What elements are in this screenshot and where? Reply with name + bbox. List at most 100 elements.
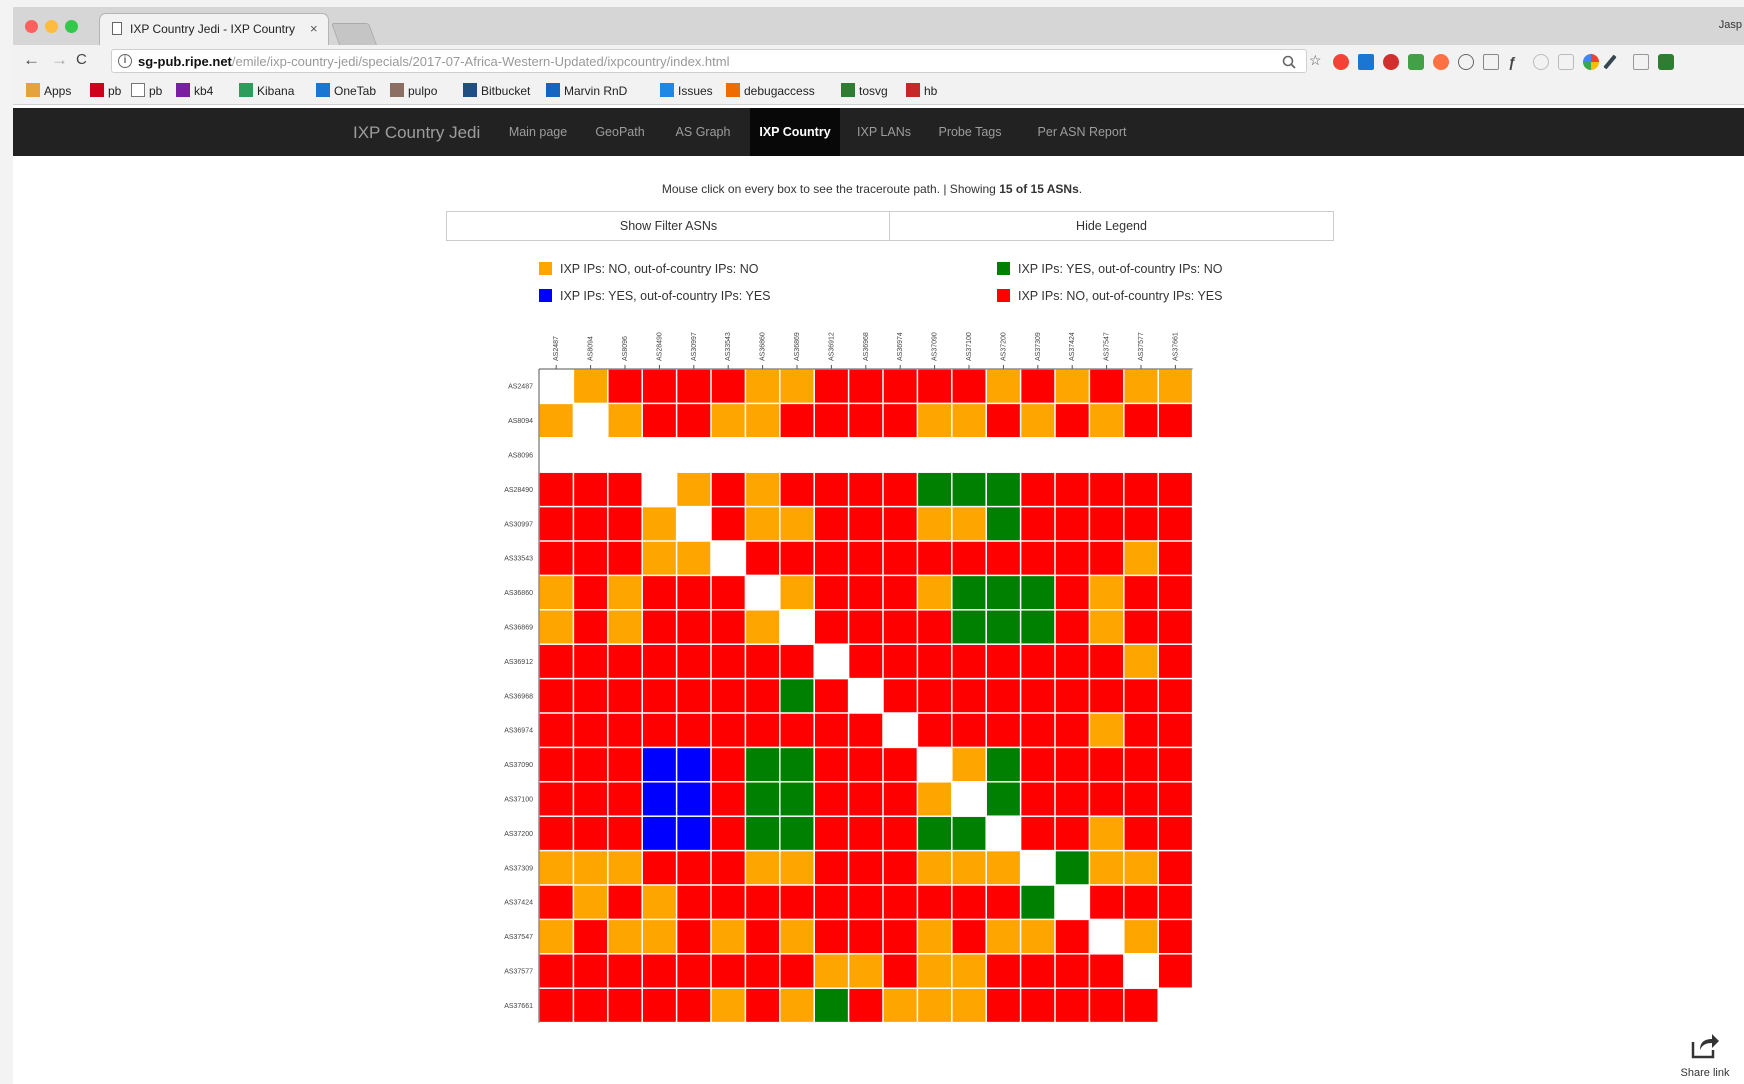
extension-box-icon[interactable] <box>1558 54 1574 70</box>
matrix-cell[interactable] <box>711 748 745 782</box>
matrix-cell[interactable] <box>1124 404 1158 438</box>
extension-vimium-icon[interactable] <box>1358 54 1374 70</box>
matrix-cell[interactable] <box>746 782 780 816</box>
matrix-cell[interactable] <box>608 713 642 747</box>
back-button[interactable]: ← <box>23 50 40 70</box>
matrix-cell[interactable] <box>1055 679 1089 713</box>
matrix-cell[interactable] <box>746 472 780 506</box>
matrix-cell[interactable] <box>918 851 952 885</box>
matrix-cell[interactable] <box>952 920 986 954</box>
matrix-cell[interactable] <box>814 851 848 885</box>
matrix-cell[interactable] <box>918 782 952 816</box>
matrix-cell[interactable] <box>986 507 1020 541</box>
matrix-cell[interactable] <box>1021 610 1055 644</box>
matrix-cell[interactable] <box>746 404 780 438</box>
matrix-cell[interactable] <box>780 988 814 1022</box>
matrix-cell[interactable] <box>883 920 917 954</box>
matrix-cell[interactable] <box>814 988 848 1022</box>
matrix-cell[interactable] <box>539 472 573 506</box>
matrix-cell[interactable] <box>539 816 573 850</box>
matrix-cell[interactable] <box>814 541 848 575</box>
address-bar[interactable]: i sg-pub.ripe.net/emile/ixp-country-jedi… <box>111 49 1322 73</box>
matrix-cell[interactable] <box>918 644 952 678</box>
matrix-cell[interactable] <box>539 748 573 782</box>
matrix-cell[interactable] <box>711 988 745 1022</box>
matrix-cell[interactable] <box>574 507 608 541</box>
matrix-cell[interactable] <box>1158 748 1192 782</box>
matrix-cell[interactable] <box>780 748 814 782</box>
matrix-cell[interactable] <box>1158 954 1192 988</box>
matrix-cell[interactable] <box>814 369 848 403</box>
matrix-cell[interactable] <box>883 610 917 644</box>
matrix-cell[interactable] <box>1021 541 1055 575</box>
tab-close-icon[interactable]: × <box>310 21 318 36</box>
matrix-cell[interactable] <box>1090 507 1124 541</box>
matrix-cell[interactable] <box>986 713 1020 747</box>
matrix-cell[interactable] <box>574 472 608 506</box>
matrix-cell[interactable] <box>677 748 711 782</box>
matrix-cell[interactable] <box>574 679 608 713</box>
matrix-cell[interactable] <box>746 954 780 988</box>
matrix-cell[interactable] <box>1124 816 1158 850</box>
browser-tab[interactable]: IXP Country Jedi - IXP Country × <box>99 13 329 45</box>
matrix-cell[interactable] <box>1124 610 1158 644</box>
nav-link-main-page[interactable]: Main page <box>498 108 578 156</box>
matrix-cell[interactable] <box>918 885 952 919</box>
matrix-cell[interactable] <box>1158 885 1192 919</box>
extension-grid-icon[interactable] <box>1633 54 1649 70</box>
matrix-cell[interactable] <box>849 920 883 954</box>
matrix-cell[interactable] <box>642 782 676 816</box>
matrix-cell[interactable] <box>711 507 745 541</box>
matrix-cell[interactable] <box>883 644 917 678</box>
matrix-cell[interactable] <box>814 816 848 850</box>
matrix-cell[interactable] <box>746 679 780 713</box>
matrix-cell[interactable] <box>746 713 780 747</box>
matrix-cell[interactable] <box>918 920 952 954</box>
matrix-cell[interactable] <box>918 610 952 644</box>
matrix-cell[interactable] <box>952 954 986 988</box>
minimize-window-button[interactable] <box>45 20 58 33</box>
matrix-cell[interactable] <box>814 954 848 988</box>
matrix-cell[interactable] <box>814 679 848 713</box>
matrix-cell[interactable] <box>780 679 814 713</box>
extension-info-icon[interactable] <box>1458 54 1474 70</box>
nav-link-as-graph[interactable]: AS Graph <box>663 108 743 156</box>
extension-tab-icon[interactable] <box>1408 54 1424 70</box>
zoom-window-button[interactable] <box>65 20 78 33</box>
matrix-cell[interactable] <box>711 369 745 403</box>
matrix-cell[interactable] <box>539 920 573 954</box>
matrix-cell[interactable] <box>1090 576 1124 610</box>
matrix-cell[interactable] <box>1124 576 1158 610</box>
matrix-cell[interactable] <box>539 507 573 541</box>
matrix-cell[interactable] <box>677 782 711 816</box>
bookmark-star-icon[interactable]: ☆ <box>1309 52 1322 69</box>
matrix-cell[interactable] <box>1021 507 1055 541</box>
bookmark-hb-12[interactable]: hb <box>906 83 937 98</box>
matrix-cell[interactable] <box>780 541 814 575</box>
matrix-cell[interactable] <box>608 988 642 1022</box>
matrix-cell[interactable] <box>642 679 676 713</box>
matrix-cell[interactable] <box>608 679 642 713</box>
matrix-cell[interactable] <box>711 816 745 850</box>
matrix-cell[interactable] <box>780 782 814 816</box>
matrix-cell[interactable] <box>642 988 676 1022</box>
matrix-cell[interactable] <box>574 885 608 919</box>
matrix-cell[interactable] <box>711 472 745 506</box>
matrix-cell[interactable] <box>849 404 883 438</box>
matrix-cell[interactable] <box>1124 472 1158 506</box>
matrix-cell[interactable] <box>1055 369 1089 403</box>
bookmark-kibana-4[interactable]: Kibana <box>239 83 294 98</box>
matrix-cell[interactable] <box>1090 404 1124 438</box>
matrix-cell[interactable] <box>642 816 676 850</box>
matrix-cell[interactable] <box>746 610 780 644</box>
matrix-cell[interactable] <box>642 369 676 403</box>
matrix-cell[interactable] <box>677 644 711 678</box>
matrix-cell[interactable] <box>1090 369 1124 403</box>
matrix-cell[interactable] <box>746 920 780 954</box>
matrix-cell[interactable] <box>677 679 711 713</box>
matrix-cell[interactable] <box>883 782 917 816</box>
matrix-cell[interactable] <box>986 748 1020 782</box>
matrix-cell[interactable] <box>746 748 780 782</box>
matrix-cell[interactable] <box>849 541 883 575</box>
matrix-cell[interactable] <box>574 576 608 610</box>
